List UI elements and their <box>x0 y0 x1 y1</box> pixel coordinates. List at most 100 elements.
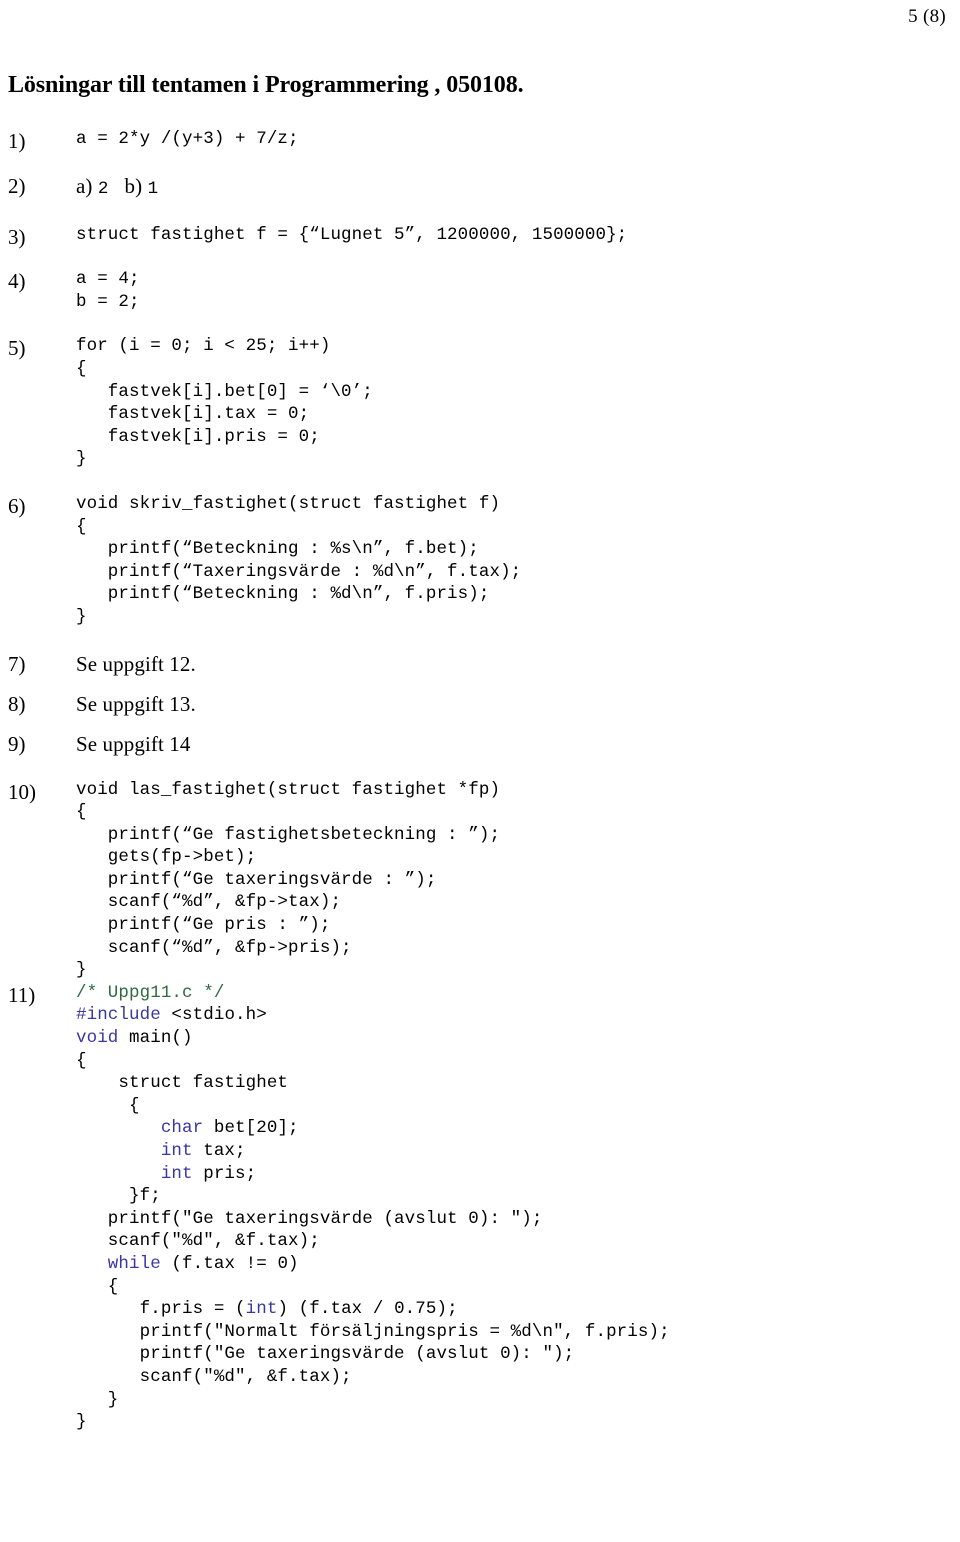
answer-item-1: 1) a = 2*y /(y+3) + 7/z; <box>0 128 960 153</box>
code-token-plain: { <box>76 516 87 537</box>
code-line: { <box>76 1276 960 1299</box>
code-token-plain: }f; <box>76 1186 161 1207</box>
code-line: scanf(“%d”, &fp->tax); <box>76 891 960 914</box>
code-line: b = 2; <box>76 291 960 314</box>
code-token-plain: main() <box>118 1028 193 1049</box>
code-token-plain: scanf(“%d”, &fp->tax); <box>76 892 342 913</box>
code-line: void main() <box>76 1027 960 1050</box>
code-token-plain: a = 2*y /(y+3) + 7/z; <box>76 129 299 149</box>
code-line: void skriv_fastighet(struct fastighet f) <box>76 493 960 516</box>
code-line: a = 4; <box>76 268 960 291</box>
answer-item-number: 10) <box>8 779 36 804</box>
page-number: 5 (8) <box>908 6 946 27</box>
code-line: gets(fp->bet); <box>76 846 960 869</box>
answer-item-number: 11) <box>8 982 36 1007</box>
code-token-keyword: while <box>76 1253 161 1274</box>
code-line: printf("Ge taxeringsvärde (avslut 0): ")… <box>76 1343 960 1366</box>
code-token-plain: gets(fp->bet); <box>76 847 257 868</box>
code-token-plain: { <box>76 802 87 823</box>
answer-item-body: a = 2*y /(y+3) + 7/z; <box>76 128 960 151</box>
code-line: printf("Normalt försäljningspris = %d\n"… <box>76 1321 960 1344</box>
code-token-plain: { <box>76 1050 87 1071</box>
code-token-plain: printf(“Beteckning : %d\n”, f.pris); <box>76 584 490 605</box>
answer-item-body: void las_fastighet(struct fastighet *fp)… <box>76 779 960 982</box>
code-token-plain: printf("Normalt försäljningspris = %d\n"… <box>76 1321 670 1342</box>
code-line: } <box>76 1411 960 1434</box>
answer-item-10: 10) void las_fastighet(struct fastighet *… <box>0 779 960 982</box>
code-token-plain: { <box>76 1095 140 1116</box>
code-line: printf(“Taxeringsvärde : %d\n”, f.tax); <box>76 561 960 584</box>
answer-item-11: 11) /* Uppg11.c */#include <stdio.h> void … <box>0 982 960 1434</box>
code-token-keyword: int <box>76 1141 193 1161</box>
code-token-plain: scanf("%d", &f.tax); <box>76 1366 352 1387</box>
code-line: scanf("%d", &f.tax); <box>76 1366 960 1389</box>
code-token-plain: printf(“Taxeringsvärde : %d\n”, f.tax); <box>76 561 522 582</box>
code-line: } <box>76 606 960 629</box>
code-line: } <box>76 1389 960 1412</box>
code-token-plain: void skriv_fastighet(struct fastighet f) <box>76 493 501 514</box>
code-line: } <box>76 959 960 982</box>
answer-item-body: a = 4; b = 2; <box>76 268 960 313</box>
code-line: fastvek[i].bet[0] = ‘\0’; <box>76 381 960 404</box>
code-token-plain: printf("Ge taxeringsvärde (avslut 0): ")… <box>76 1344 575 1365</box>
code-line: struct fastighet f = {“Lugnet 5”, 120000… <box>76 224 960 247</box>
answer-item-7: 7) Se uppgift 12. <box>0 651 960 677</box>
answer-item-body: a) 2 b) 1 <box>76 173 960 202</box>
code-token-plain: struct fastighet <box>76 1073 289 1094</box>
code-token-plain: fastvek[i].pris = 0; <box>76 426 320 447</box>
code-line: a = 2*y /(y+3) + 7/z; <box>76 128 960 151</box>
answer-text-line: Se uppgift 12. <box>76 651 196 676</box>
code-line: void las_fastighet(struct fastighet *fp) <box>76 779 960 802</box>
code-line: struct fastighet <box>76 1072 960 1095</box>
code-token-plain: struct fastighet f = {“Lugnet 5”, 120000… <box>76 224 628 245</box>
code-token-plain: { <box>76 1276 119 1297</box>
answer-item-number: 9) <box>8 731 26 756</box>
code-line: { <box>76 801 960 824</box>
answer-item-body: Se uppgift 12. <box>76 651 960 677</box>
answer-item-number: 8) <box>8 691 26 716</box>
code-token-plain: (f.tax != 0) <box>160 1253 299 1274</box>
code-line: { <box>76 1050 960 1073</box>
code-line: printf(“Beteckning : %s\n”, f.bet); <box>76 538 960 561</box>
code-token-plain: bet[20]; <box>203 1118 299 1139</box>
code-line: int tax; <box>76 1140 960 1163</box>
answer-value: 1 <box>147 178 159 199</box>
answer-item-number: 5) <box>8 336 26 361</box>
code-line: while (f.tax != 0) <box>76 1253 960 1276</box>
code-line: #include <stdio.h> <box>76 1004 960 1027</box>
code-token-keyword: int <box>245 1299 278 1320</box>
code-token-keyword: int <box>76 1163 193 1184</box>
answer-text-line: a) 2 b) 1 <box>76 173 960 202</box>
code-token-plain: for (i = 0; i < 25; i++) <box>76 336 331 357</box>
answer-item-body: /* Uppg11.c */#include <stdio.h> void mai… <box>76 982 960 1434</box>
answer-item-number: 4) <box>8 269 26 294</box>
code-token-plain: pris; <box>192 1163 257 1184</box>
code-token-plain: f.pris = ( <box>76 1299 246 1320</box>
code-token-plain: printf(“Beteckning : %s\n”, f.bet); <box>76 539 479 560</box>
code-token-plain: } <box>76 960 87 981</box>
answer-text-line: Se uppgift 13. <box>76 691 196 716</box>
code-line: /* Uppg11.c */ <box>76 982 960 1005</box>
code-line: } <box>76 448 960 471</box>
code-token-plain: printf("Ge taxeringsvärde (avslut 0): ")… <box>76 1208 543 1229</box>
document-page: 5 (8) Lösningar till tentamen i Programm… <box>0 0 960 1542</box>
code-token-plain: printf(“Ge fastighetsbeteckning : ”); <box>76 824 501 845</box>
page-title: Lösningar till tentamen i Programmering … <box>8 72 524 98</box>
answer-item-5: 5) for (i = 0; i < 25; i++){ fastvek[i].b… <box>0 335 960 471</box>
answer-item-9: 9) Se uppgift 14 <box>0 731 960 757</box>
code-line: scanf("%d", &f.tax); <box>76 1230 960 1253</box>
code-line: { <box>76 516 960 539</box>
answer-list: 1) a = 2*y /(y+3) + 7/z; 2) a) 2 b) 1 3) stru… <box>0 128 960 1434</box>
code-line: printf(“Ge fastighetsbeteckning : ”); <box>76 824 960 847</box>
code-line: printf(“Ge taxeringsvärde : ”); <box>76 869 960 892</box>
answer-item-number: 2) <box>8 173 26 198</box>
answer-item-body: Se uppgift 13. <box>76 691 960 717</box>
